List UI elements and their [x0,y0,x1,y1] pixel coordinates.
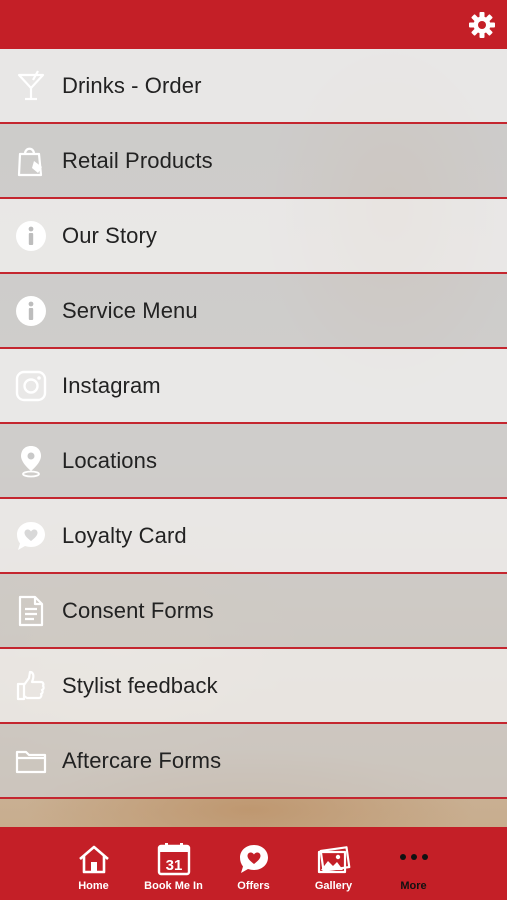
tab-label: Home [78,880,109,892]
calendar-icon: 31 [157,842,191,876]
shopping-bag-icon [14,144,48,178]
tab-label: More [400,880,427,892]
tab-label: Offers [237,880,270,892]
menu-item-service-menu[interactable]: Service Menu [0,274,507,349]
menu-item-stylist-feedback[interactable]: Stylist feedback [0,649,507,724]
menu-item-instagram[interactable]: Instagram [0,349,507,424]
menu-item-label: Loyalty Card [62,522,187,548]
info-icon [14,294,48,328]
tab-gallery[interactable]: Gallery [294,827,374,900]
menu-item-loyalty-card[interactable]: Loyalty Card [0,499,507,574]
tab-offers[interactable]: Offers [214,827,294,900]
calendar-day: 31 [165,857,182,874]
menu-item-retail-products[interactable]: Retail Products [0,124,507,199]
more-dots-icon [397,842,431,876]
folder-icon [14,744,48,778]
location-pin-icon [14,444,48,478]
menu-item-label: Instagram [62,372,161,398]
menu-item-label: Consent Forms [62,597,214,623]
bottom-tab-bar: Home 31 Book Me In Offers Gallery More [0,827,507,900]
instagram-icon [14,369,48,403]
menu-item-label: Locations [62,447,158,473]
menu-item-our-story[interactable]: Our Story [0,199,507,274]
document-icon [14,594,48,628]
gear-icon[interactable] [467,10,497,40]
menu-item-label: Aftercare Forms [62,747,222,773]
menu-item-locations[interactable]: Locations [0,424,507,499]
heart-bubble-icon [14,519,48,553]
menu-item-label: Retail Products [62,147,213,173]
thumbs-up-icon [14,669,48,703]
tab-label: Gallery [314,880,353,892]
tab-more[interactable]: More [374,827,454,900]
top-bar [0,0,507,49]
gallery-icon [317,842,351,876]
heart-bubble-icon [237,842,271,876]
info-icon [14,219,48,253]
menu-item-aftercare-forms[interactable]: Aftercare Forms [0,724,507,799]
menu-item-label: Service Menu [62,297,198,323]
cocktail-icon [14,69,48,103]
tab-book-me-in[interactable]: 31 Book Me In [134,827,214,900]
menu-item-label: Our Story [62,222,158,248]
menu-item-label: Stylist feedback [62,672,218,698]
menu-item-consent-forms[interactable]: Consent Forms [0,574,507,649]
menu-item-drinks-order[interactable]: Drinks - Order [0,49,507,124]
tab-home[interactable]: Home [54,827,134,900]
menu-item-label: Drinks - Order [62,72,202,98]
home-icon [77,842,111,876]
menu-list: Drinks - Order Retail Products Our Story… [0,49,507,799]
tab-label: Book Me In [144,880,203,892]
